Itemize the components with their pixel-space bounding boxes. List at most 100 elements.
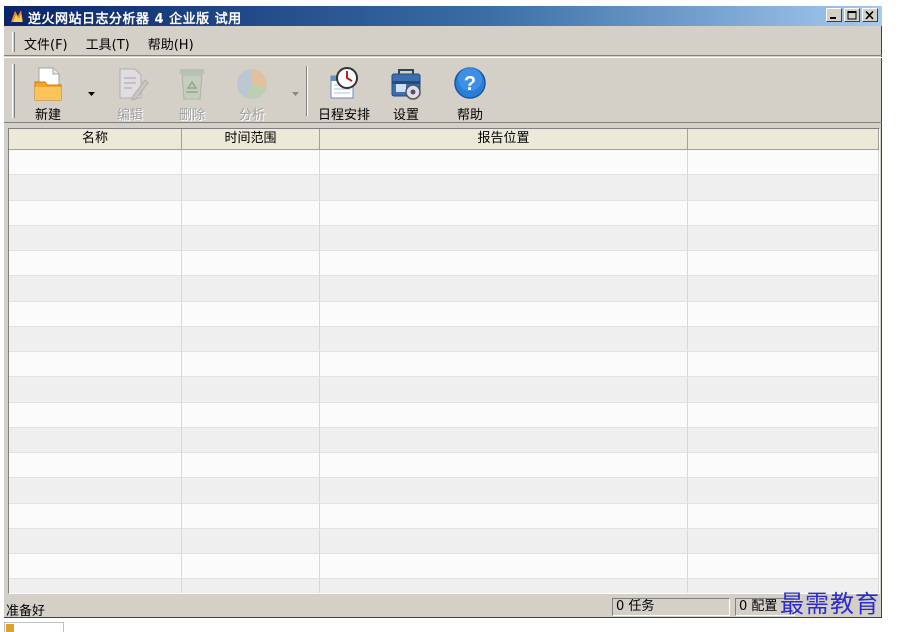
table-cell [182,326,320,352]
table-cell [688,326,879,352]
table-cell [9,326,182,352]
app-logo-icon [9,8,25,24]
table-row[interactable] [9,579,879,593]
column-header-time-range[interactable]: 时间范围 [182,129,320,150]
menu-grip[interactable] [12,32,15,52]
table-row[interactable] [9,503,879,529]
table-cell [320,200,688,226]
table-cell [320,554,688,580]
table-cell [182,225,320,251]
toolbar-grip[interactable] [12,64,15,118]
table-row[interactable] [9,251,879,277]
close-button[interactable] [862,8,878,22]
table-cell [9,251,182,277]
menu-tools[interactable]: 工具(T) [86,34,130,53]
toolbox-gear-icon [387,66,425,102]
table-cell [182,377,320,403]
settings-button-label: 设置 [392,108,419,123]
column-header-report-location[interactable]: 报告位置 [320,129,688,150]
table-cell [688,301,879,327]
maximize-button[interactable] [844,8,860,22]
delete-button[interactable]: 删除 [170,64,214,123]
table-cell [688,377,879,403]
table-cell [688,554,879,580]
analyze-button[interactable]: 分析 [230,64,274,123]
table-cell [182,478,320,504]
menu-file[interactable]: 文件(F) [24,34,68,53]
table-row[interactable] [9,453,879,479]
table-row[interactable] [9,478,879,504]
table-cell [9,276,182,302]
table-cell [182,251,320,277]
table-row[interactable] [9,276,879,302]
help-icon: ? [451,66,489,102]
table-cell [182,427,320,453]
table-cell [182,352,320,378]
table-cell [320,150,688,176]
table-row[interactable] [9,301,879,327]
title-bar[interactable]: 逆火网站日志分析器 4 企业版 试用 [4,6,882,27]
new-button-label: 新建 [34,108,61,123]
help-button-label: 帮助 [456,108,483,123]
table-row[interactable] [9,200,879,226]
table-row[interactable] [9,528,879,554]
table-cell [320,352,688,378]
clipboard-icon [6,624,14,632]
table-cell [320,251,688,277]
new-dropdown-arrow-icon[interactable] [88,86,95,96]
recycle-bin-icon [173,66,211,102]
table-cell [688,225,879,251]
table-cell [688,528,879,554]
column-header-empty[interactable] [688,129,879,150]
table-row[interactable] [9,554,879,580]
analyze-dropdown-arrow-icon[interactable] [292,86,299,96]
table-cell [9,503,182,529]
minimize-button[interactable] [826,8,842,22]
table-cell [182,528,320,554]
clock-calendar-icon [325,66,363,102]
table-cell [9,150,182,176]
table-row[interactable] [9,377,879,403]
report-list[interactable]: 名称 时间范围 报告位置 [8,128,880,594]
column-header-name[interactable]: 名称 [9,129,182,150]
table-cell [688,200,879,226]
table-row[interactable] [9,175,879,201]
table-cell [688,402,879,428]
table-row[interactable] [9,326,879,352]
table-cell [688,251,879,277]
table-cell [320,402,688,428]
table-row[interactable] [9,427,879,453]
table-cell [9,200,182,226]
schedule-button[interactable]: 日程安排 [314,64,374,123]
list-header: 名称 时间范围 报告位置 [9,129,879,150]
table-cell [182,200,320,226]
table-row[interactable] [9,352,879,378]
table-cell [688,150,879,176]
table-cell [182,579,320,593]
table-row[interactable] [9,402,879,428]
table-row[interactable] [9,225,879,251]
table-cell [688,503,879,529]
new-button[interactable]: 新建 [26,64,70,123]
status-tasks: 0 任务 [612,598,730,616]
table-cell [9,478,182,504]
toolbar: 新建 编辑 删除 分析 日程安排 设置 ? 帮助 [4,57,882,123]
new-folder-icon [29,66,67,102]
table-cell [182,276,320,302]
status-bar: 准备好 0 任务 0 配置 [4,596,882,619]
table-cell [9,301,182,327]
settings-button[interactable]: 设置 [384,64,428,123]
svg-text:?: ? [464,73,476,95]
menu-help[interactable]: 帮助(H) [148,34,194,53]
edit-icon [111,66,149,102]
table-cell [320,503,688,529]
help-button[interactable]: ? 帮助 [448,64,492,123]
toolbar-separator [306,66,308,116]
table-cell [688,427,879,453]
table-cell [688,453,879,479]
table-row[interactable] [9,150,879,176]
table-cell [9,427,182,453]
edit-button[interactable]: 编辑 [108,64,152,123]
pie-chart-icon [233,66,271,102]
table-cell [9,554,182,580]
